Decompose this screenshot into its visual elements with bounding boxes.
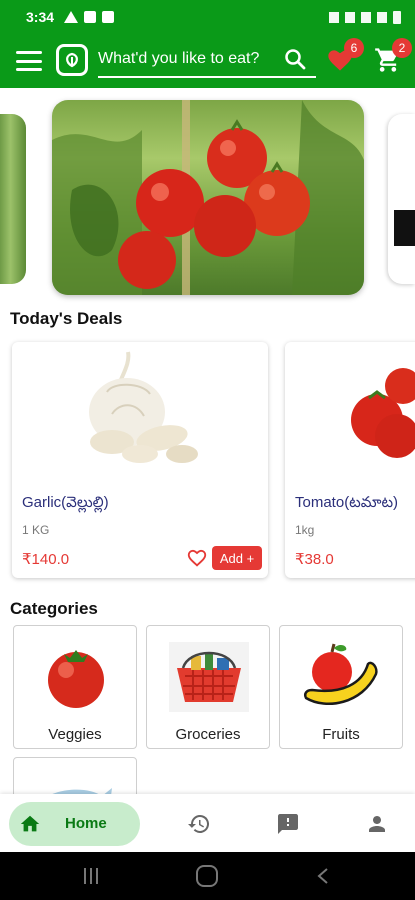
- banner-previous-slide[interactable]: [0, 114, 26, 284]
- nav-home-label: Home: [65, 815, 107, 832]
- wifi-icon: [361, 11, 371, 23]
- deal-product-price: ₹140.0: [22, 551, 70, 568]
- menu-button[interactable]: [16, 51, 42, 71]
- search-bar: [98, 42, 316, 78]
- status-bar: 3:34: [0, 0, 415, 34]
- deal-product-price: ₹38.0: [295, 551, 334, 568]
- tomatoes-image: [52, 100, 364, 295]
- search-icon[interactable]: [284, 48, 306, 70]
- notification-icons: [64, 11, 115, 23]
- message-icon: [102, 11, 115, 23]
- deal-product-qty: 1 KG: [22, 523, 50, 537]
- deal-product-name: Garlic(వెల్లుల్లి): [22, 494, 109, 511]
- feedback-icon[interactable]: [276, 812, 300, 836]
- profile-icon[interactable]: [365, 812, 389, 836]
- veggies-image: [36, 640, 116, 714]
- home-icon: [19, 813, 41, 835]
- category-label: Fruits: [322, 726, 360, 743]
- category-label: Groceries: [175, 726, 241, 743]
- history-icon[interactable]: [187, 812, 211, 836]
- signal-icon: [345, 11, 355, 23]
- categories-section-title: Categories: [10, 599, 98, 618]
- mute-icon: [329, 11, 339, 23]
- system-status-icons: [329, 10, 401, 24]
- deal-card-garlic[interactable]: Garlic(వెల్లుల్లి) 1 KG ₹140.0 Add +: [12, 342, 268, 578]
- cart-count-badge: 2: [392, 38, 412, 58]
- category-fruits[interactable]: Fruits: [279, 625, 403, 749]
- banner-next-slide[interactable]: [388, 114, 415, 284]
- system-navigation-bar: [0, 852, 415, 900]
- clipboard-icon: [84, 11, 97, 23]
- garlic-image: [12, 342, 268, 482]
- add-to-cart-button[interactable]: Add +: [212, 546, 262, 570]
- deals-section-title: Today's Deals: [10, 309, 123, 328]
- deal-product-qty: 1kg: [295, 523, 315, 537]
- deal-product-name: Tomato(టమాట): [295, 494, 399, 511]
- app-bar: 6 2: [0, 34, 415, 88]
- groceries-image: [169, 640, 249, 714]
- favorite-heart-icon[interactable]: [186, 547, 208, 569]
- bottom-navigation: Home: [0, 794, 415, 852]
- category-groceries[interactable]: Groceries: [146, 625, 270, 749]
- nav-home-button[interactable]: Home: [9, 802, 140, 846]
- app-screen: 3:34 What'd you like to eat? 6 2 Today's…: [0, 0, 415, 900]
- system-home-icon[interactable]: [196, 865, 218, 887]
- favorites-button[interactable]: 6: [326, 38, 364, 76]
- back-icon[interactable]: [316, 868, 330, 884]
- category-label: Veggies: [48, 726, 102, 743]
- fruits-image: [302, 640, 382, 714]
- category-veggies[interactable]: Veggies: [13, 625, 137, 749]
- menu-icon: [16, 51, 42, 54]
- tomato-image: [285, 342, 415, 482]
- favorites-count-badge: 6: [344, 38, 364, 58]
- deal-card-tomato[interactable]: Tomato(టమాట) 1kg ₹38.0: [285, 342, 415, 578]
- warning-icon: [64, 11, 79, 23]
- app-logo-icon[interactable]: [56, 44, 88, 76]
- battery-icon: [393, 10, 401, 24]
- search-input[interactable]: [98, 46, 278, 72]
- status-time: 3:34: [26, 9, 55, 25]
- recent-apps-icon[interactable]: [84, 868, 100, 884]
- signal-icon: [377, 11, 387, 23]
- cart-button[interactable]: 2: [374, 38, 412, 76]
- promo-banner[interactable]: [52, 100, 364, 295]
